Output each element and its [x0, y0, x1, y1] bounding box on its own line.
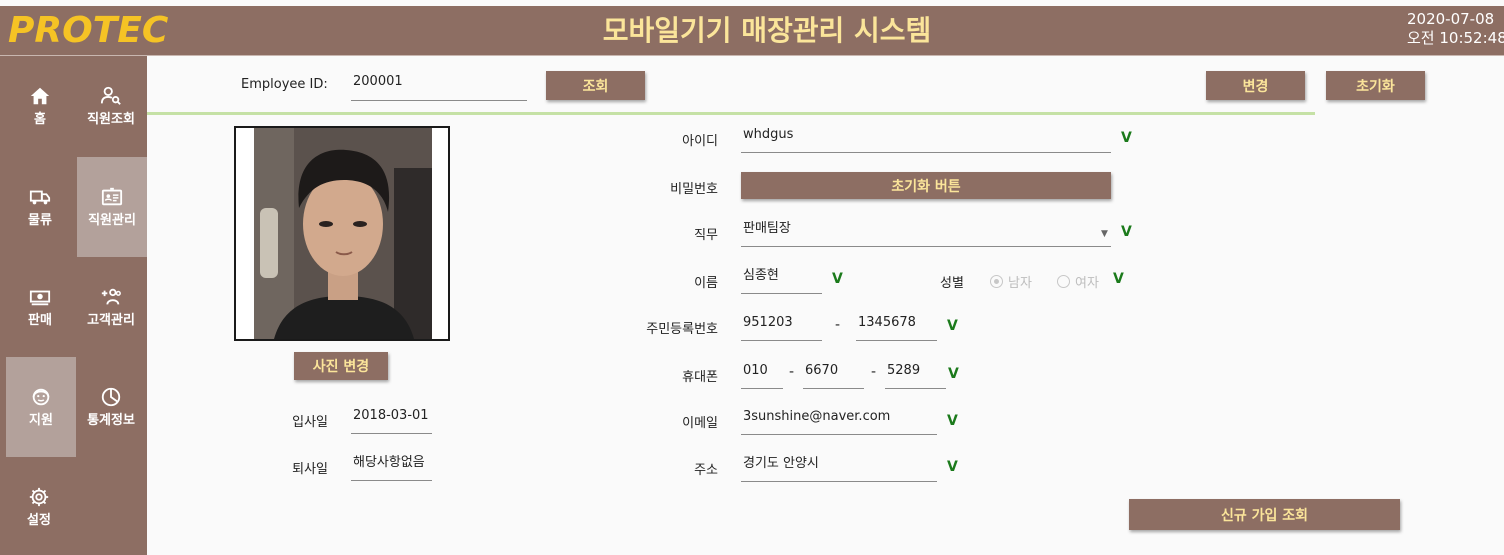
truck-icon	[29, 190, 51, 205]
rrn-back-input[interactable]: 1345678	[856, 313, 937, 341]
sidebar-item-label: 판매	[28, 313, 52, 328]
address-label: 주소	[694, 463, 718, 478]
section-divider	[147, 112, 1315, 115]
id-label: 아이디	[682, 134, 718, 149]
sidebar-item-label: 홈	[34, 112, 46, 127]
change-photo-button[interactable]: 사진 변경	[294, 352, 388, 380]
search-button[interactable]: 조회	[546, 71, 645, 100]
gear-icon	[29, 487, 49, 507]
gender-label: 성별	[940, 276, 964, 291]
rrn-valid-check: V	[947, 318, 958, 334]
employee-photo-frame	[234, 126, 450, 341]
phone-valid-check: V	[948, 366, 959, 382]
address-valid-check: V	[947, 459, 958, 475]
radio-checked-icon	[990, 275, 1003, 288]
phone-part3-input[interactable]: 5289	[885, 361, 946, 389]
change-button[interactable]: 변경	[1206, 71, 1305, 100]
gender-male-radio[interactable]: 남자	[990, 272, 1032, 291]
hire-date-label: 입사일	[292, 415, 328, 430]
role-label: 직무	[694, 228, 718, 243]
sidebar-item-settings[interactable]: 설정	[4, 457, 74, 555]
leave-date-value: 해당사항없음	[351, 453, 432, 481]
pie-chart-icon	[101, 387, 121, 407]
sidebar: 홈 직원조회 물류 직원관리 판매 고객관리 지원 통계정보 설정	[0, 56, 147, 555]
sidebar-item-sales[interactable]: 판매	[5, 257, 75, 357]
cash-icon	[29, 290, 51, 306]
gender-female-radio[interactable]: 여자	[1057, 272, 1099, 291]
sidebar-item-label: 설정	[27, 513, 51, 528]
header-bar: PROTEC 모바일기기 매장관리 시스템 2020-07-08 오전 10:5…	[0, 0, 1504, 56]
sidebar-item-support[interactable]: 지원	[6, 357, 76, 457]
hire-date-value: 2018-03-01	[351, 406, 432, 434]
rrn-dash: -	[835, 317, 841, 333]
chevron-down-icon[interactable]: ▼	[1101, 229, 1108, 239]
name-label: 이름	[694, 276, 718, 291]
employee-id-label: Employee ID:	[241, 77, 328, 92]
sidebar-item-statistics[interactable]: 통계정보	[76, 357, 146, 457]
home-icon	[30, 87, 50, 105]
gender-valid-check: V	[1113, 271, 1124, 287]
clock: 2020-07-08 오전 10:52:48	[1407, 10, 1504, 48]
sidebar-item-label: 직원조회	[87, 112, 135, 127]
phone-label: 휴대폰	[682, 370, 718, 385]
sidebar-item-label: 직원관리	[88, 213, 136, 228]
sidebar-item-home[interactable]: 홈	[5, 56, 75, 156]
user-search-icon	[100, 86, 121, 105]
email-valid-check: V	[947, 413, 958, 429]
header-divider	[0, 55, 1504, 56]
app-title: 모바일기기 매장관리 시스템	[602, 14, 932, 47]
sidebar-item-logistics[interactable]: 물류	[5, 157, 75, 257]
password-reset-button[interactable]: 초기화 버튼	[741, 172, 1111, 199]
reset-button[interactable]: 초기화	[1326, 71, 1425, 100]
id-input[interactable]: whdgus	[741, 125, 1111, 153]
phone-part1-input[interactable]: 010	[741, 361, 783, 389]
name-valid-check: V	[832, 271, 843, 287]
gender-male-label: 남자	[1008, 276, 1032, 291]
new-signup-lookup-button[interactable]: 신규 가입 조회	[1129, 499, 1400, 530]
id-card-icon	[101, 187, 123, 206]
app-window: PROTEC 모바일기기 매장관리 시스템 2020-07-08 오전 10:5…	[0, 0, 1504, 555]
employee-id-input[interactable]: 200001	[351, 72, 527, 101]
rrn-front-input[interactable]: 951203	[741, 313, 822, 341]
clock-date: 2020-07-08	[1407, 10, 1495, 28]
name-input[interactable]: 심종현	[741, 266, 822, 294]
role-select[interactable]: 판매팀장	[741, 219, 1111, 247]
sidebar-item-employee-management[interactable]: 직원관리	[77, 157, 147, 257]
phone-dash-1: -	[789, 364, 795, 380]
email-label: 이메일	[682, 416, 718, 431]
sidebar-item-label: 지원	[29, 413, 53, 428]
role-valid-check: V	[1121, 224, 1132, 240]
sidebar-item-label: 고객관리	[87, 313, 135, 328]
password-label: 비밀번호	[670, 182, 718, 197]
sidebar-item-customer-management[interactable]: 고객관리	[76, 257, 146, 357]
rrn-label: 주민등록번호	[646, 322, 718, 337]
sidebar-item-employee-search[interactable]: 직원조회	[76, 56, 146, 156]
phone-dash-2: -	[871, 364, 877, 380]
phone-part2-input[interactable]: 6670	[803, 361, 864, 389]
sidebar-item-label: 통계정보	[87, 413, 135, 428]
gender-female-label: 여자	[1075, 276, 1099, 291]
add-customer-icon	[101, 288, 121, 305]
clock-time: 오전 10:52:48	[1407, 29, 1504, 47]
leave-date-label: 퇴사일	[292, 462, 328, 477]
email-input[interactable]: 3sunshine@naver.com	[741, 407, 937, 435]
employee-photo	[254, 128, 432, 339]
id-valid-check: V	[1121, 130, 1132, 146]
radio-unchecked-icon	[1057, 275, 1070, 288]
address-input[interactable]: 경기도 안양시	[741, 454, 937, 482]
sidebar-item-label: 물류	[28, 213, 52, 228]
support-icon	[32, 388, 50, 406]
